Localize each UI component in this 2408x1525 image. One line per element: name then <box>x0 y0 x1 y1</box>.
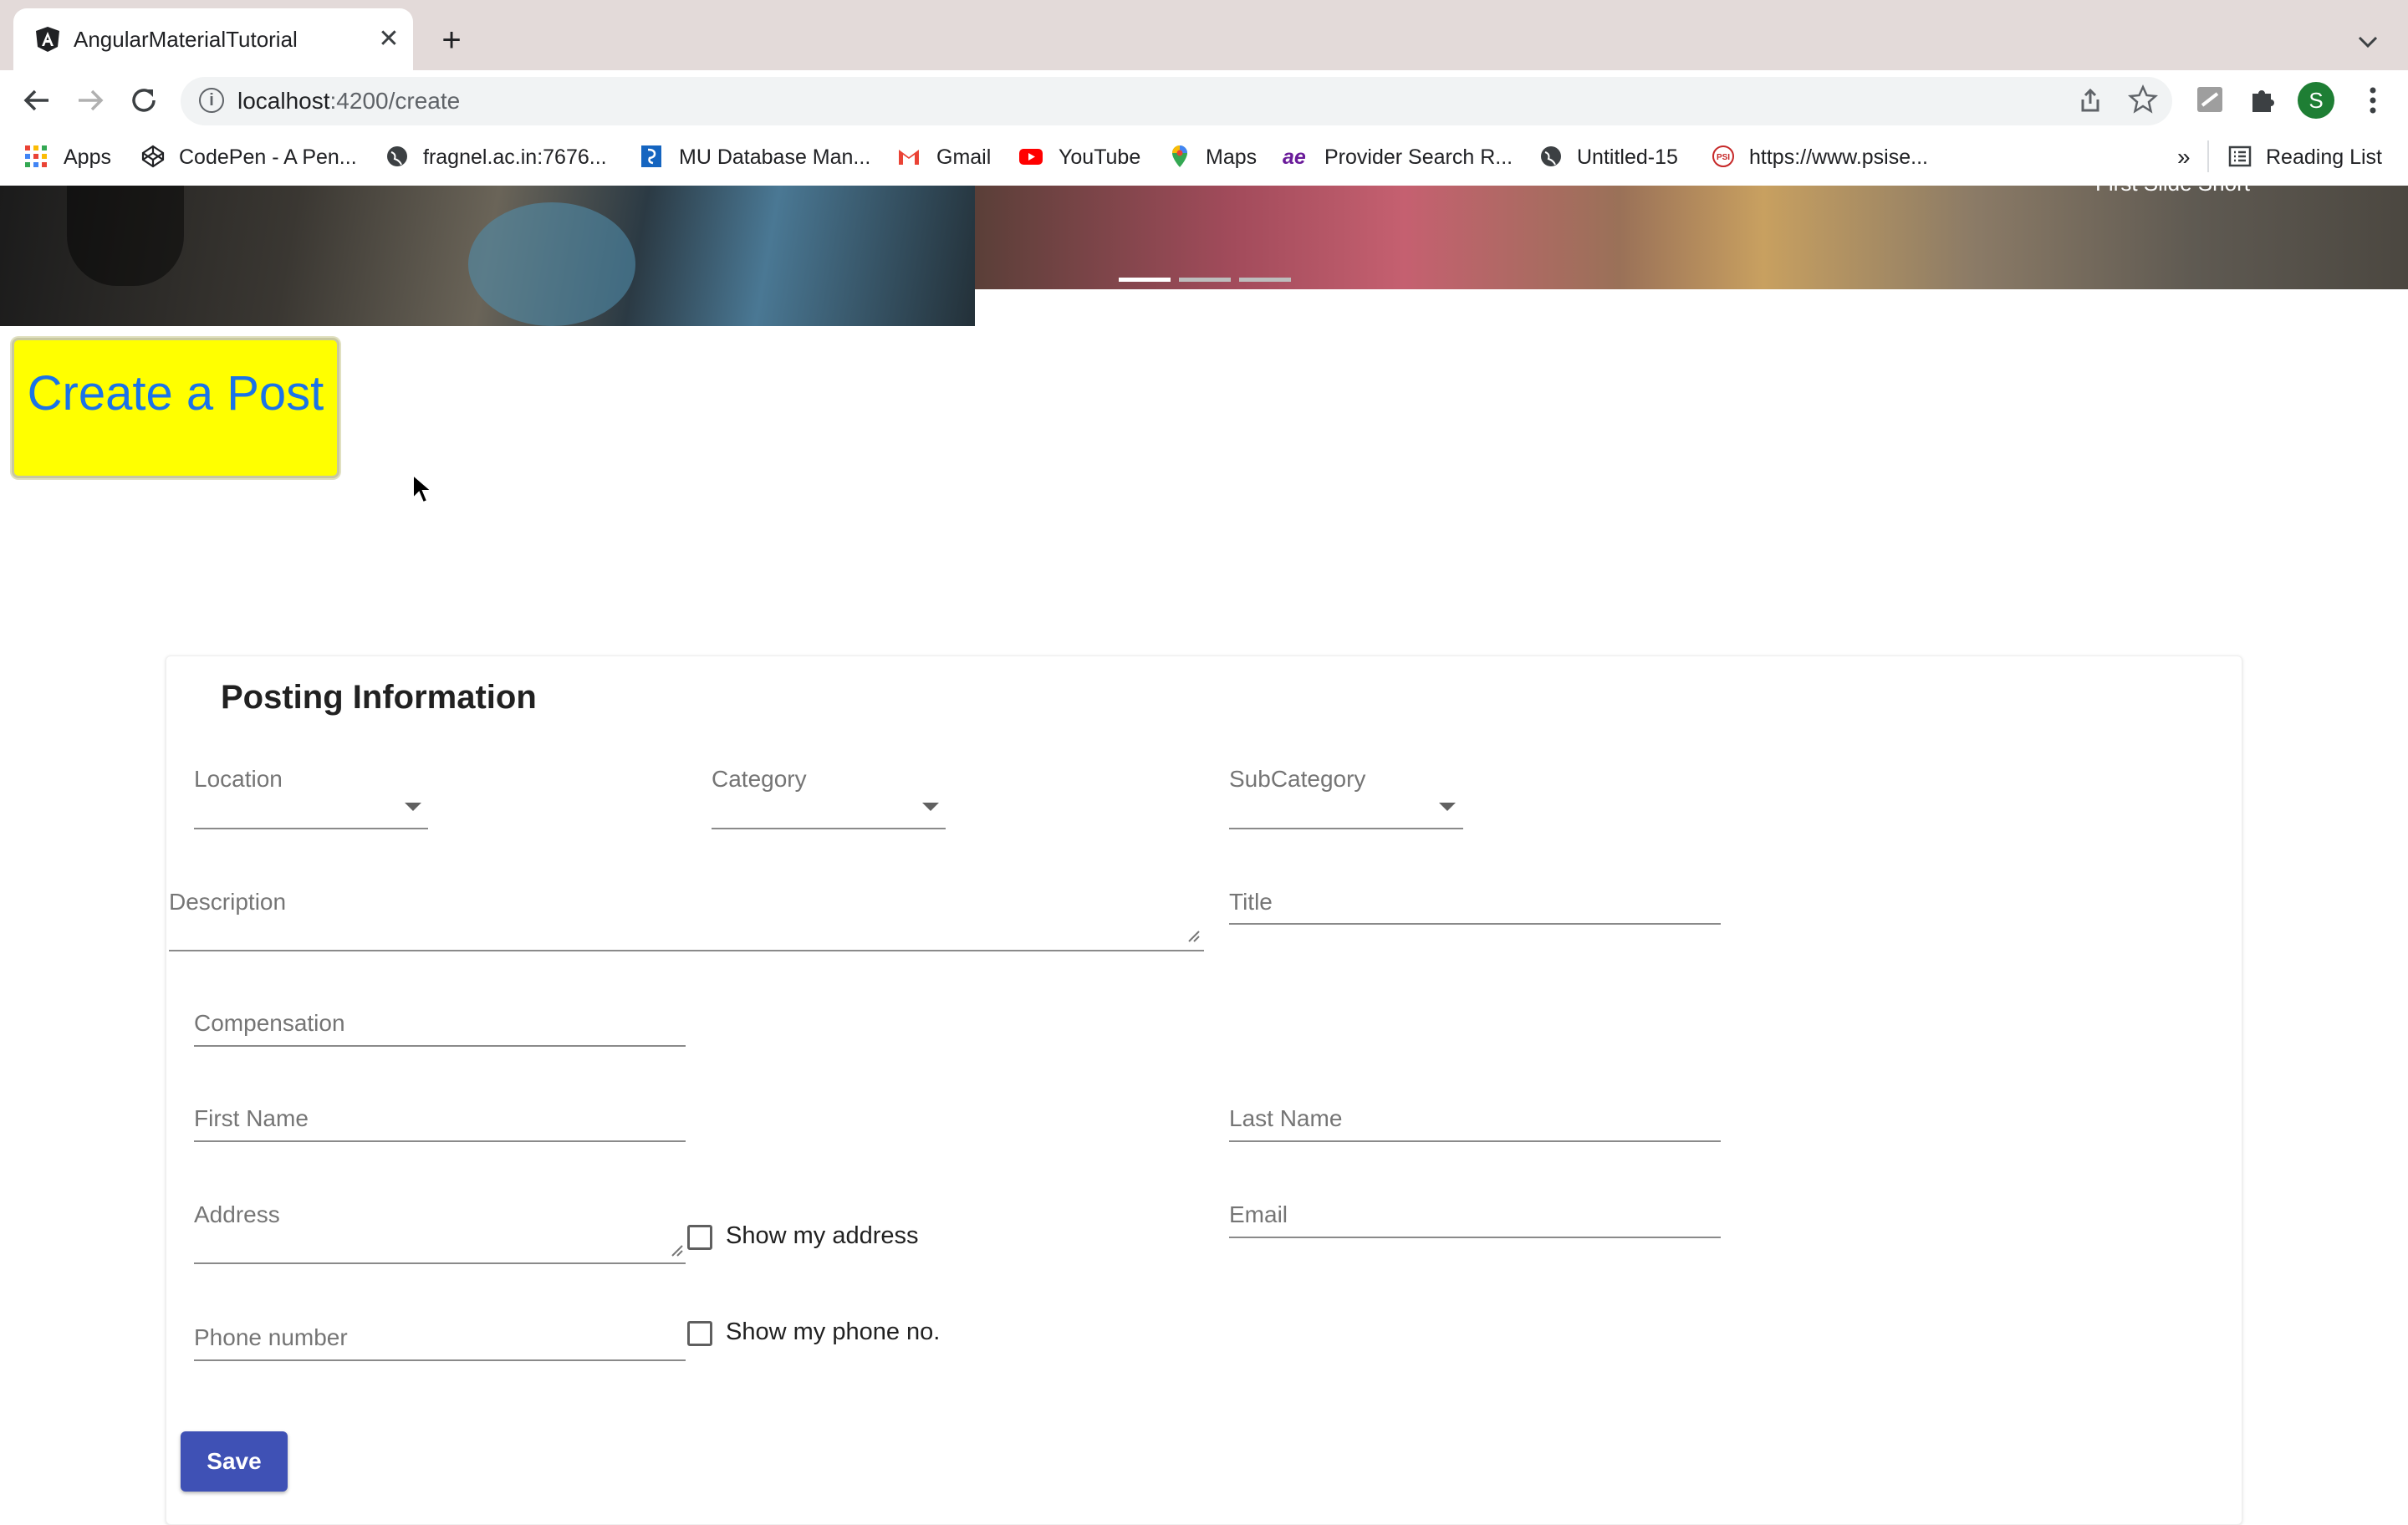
phone-input[interactable] <box>194 1359 686 1361</box>
bookmark-fragnel[interactable]: fragnel.ac.in:7676... <box>423 142 607 172</box>
extensions-puzzle-icon[interactable] <box>2247 84 2279 115</box>
show-address-checkbox[interactable] <box>687 1225 712 1250</box>
title-label: Title <box>1229 889 1273 915</box>
save-button[interactable]: Save <box>181 1431 288 1492</box>
gmail-icon <box>899 150 919 165</box>
location-dropdown-arrow-icon[interactable] <box>405 803 421 811</box>
show-address-label[interactable]: Show my address <box>726 1222 919 1250</box>
carousel-indicator-3[interactable] <box>1239 278 1291 282</box>
tab-search-chevron-icon[interactable] <box>2354 28 2381 55</box>
bookmark-star-icon[interactable] <box>2127 84 2159 115</box>
show-phone-checkbox[interactable] <box>687 1321 712 1346</box>
category-label: Category <box>712 766 807 792</box>
back-arrow-icon[interactable] <box>18 82 55 119</box>
form-title: Posting Information <box>221 679 537 716</box>
browser-tab[interactable]: AngularMaterialTutorial ✕ <box>13 8 413 70</box>
compensation-input[interactable] <box>194 1045 686 1047</box>
share-icon[interactable] <box>2075 85 2105 115</box>
url-path: :4200/create <box>329 88 461 114</box>
category-dropdown-arrow-icon[interactable] <box>922 803 939 811</box>
profile-avatar[interactable]: S <box>2298 82 2334 119</box>
psi-icon: PSI <box>1712 145 1734 167</box>
subcategory-dropdown-arrow-icon[interactable] <box>1439 803 1456 811</box>
url-text[interactable]: localhost:4200/create <box>237 85 460 117</box>
last-name-input[interactable] <box>1229 1140 1721 1142</box>
site-info-icon[interactable]: i <box>199 88 224 113</box>
title-input[interactable] <box>1229 923 1721 925</box>
close-tab-icon[interactable]: ✕ <box>373 23 405 55</box>
bookmark-gmail[interactable]: Gmail <box>936 142 991 172</box>
location-label: Location <box>194 766 283 792</box>
phone-label: Phone number <box>194 1324 348 1350</box>
maps-icon <box>1172 145 1187 167</box>
address-bar[interactable] <box>181 77 2172 125</box>
address-resize-handle-icon[interactable] <box>669 1242 684 1257</box>
tab-title: AngularMaterialTutorial <box>74 27 298 52</box>
forward-arrow-icon[interactable] <box>72 82 109 119</box>
bookmark-codepen[interactable]: CodePen - A Pen... <box>179 142 357 172</box>
hero-image-left <box>0 186 975 326</box>
first-name-label: First Name <box>194 1105 309 1131</box>
ae-icon: ae <box>1283 145 1306 169</box>
url-host: localhost <box>237 88 330 114</box>
mu-database-icon <box>641 145 661 167</box>
mouse-cursor-icon <box>412 473 433 504</box>
subcategory-select[interactable] <box>1229 828 1463 829</box>
description-label: Description <box>169 889 287 915</box>
youtube-icon <box>1019 149 1043 165</box>
globe-icon <box>387 146 407 166</box>
address-textarea[interactable] <box>194 1262 686 1264</box>
email-input[interactable] <box>1229 1237 1721 1238</box>
extension-slanted-icon[interactable] <box>2196 85 2224 114</box>
reading-list-icon <box>2228 145 2252 167</box>
last-name-label: Last Name <box>1229 1105 1343 1131</box>
bookmark-apps[interactable]: Apps <box>64 142 111 172</box>
bookmark-provider-search[interactable]: Provider Search R... <box>1324 142 1513 172</box>
svg-text:PSI: PSI <box>1717 153 1730 162</box>
globe-icon <box>1541 146 1561 166</box>
subcategory-label: SubCategory <box>1229 766 1366 792</box>
compensation-label: Compensation <box>194 1010 345 1036</box>
angular-icon <box>36 27 59 52</box>
bookmarks-divider <box>2207 140 2209 172</box>
first-name-input[interactable] <box>194 1140 686 1142</box>
bookmark-psise[interactable]: https://www.psise... <box>1749 142 1928 172</box>
slide-caption: First Slide Short <box>2095 171 2250 196</box>
hero-shoes-shape <box>67 186 184 286</box>
bookmarks-overflow-button[interactable]: » <box>2177 142 2191 172</box>
email-label: Email <box>1229 1201 1288 1227</box>
new-tab-button[interactable]: + <box>435 23 468 57</box>
bookmark-youtube[interactable]: YouTube <box>1059 142 1140 172</box>
kebab-menu-icon[interactable] <box>2358 84 2388 117</box>
address-label: Address <box>194 1201 280 1227</box>
carousel-indicator-1[interactable] <box>1119 278 1171 282</box>
hero-carousel-slide[interactable] <box>975 186 2408 289</box>
apps-grid-icon <box>25 145 47 167</box>
category-select[interactable] <box>712 828 946 829</box>
description-textarea[interactable] <box>169 950 1204 951</box>
bookmark-mu-database[interactable]: MU Database Man... <box>679 142 870 172</box>
reading-list-button[interactable]: Reading List <box>2266 142 2382 172</box>
location-select[interactable] <box>194 828 428 829</box>
reload-icon[interactable] <box>125 82 162 119</box>
create-post-button[interactable]: Create a Post <box>12 338 339 478</box>
show-phone-label[interactable]: Show my phone no. <box>726 1318 940 1346</box>
bookmark-maps[interactable]: Maps <box>1206 142 1257 172</box>
hero-blur-shape <box>468 202 635 326</box>
description-resize-handle-icon[interactable] <box>1186 928 1201 943</box>
posting-form-card <box>166 655 2242 1525</box>
codepen-icon <box>141 145 165 168</box>
bookmark-untitled[interactable]: Untitled-15 <box>1577 142 1678 172</box>
carousel-indicator-2[interactable] <box>1179 278 1231 282</box>
